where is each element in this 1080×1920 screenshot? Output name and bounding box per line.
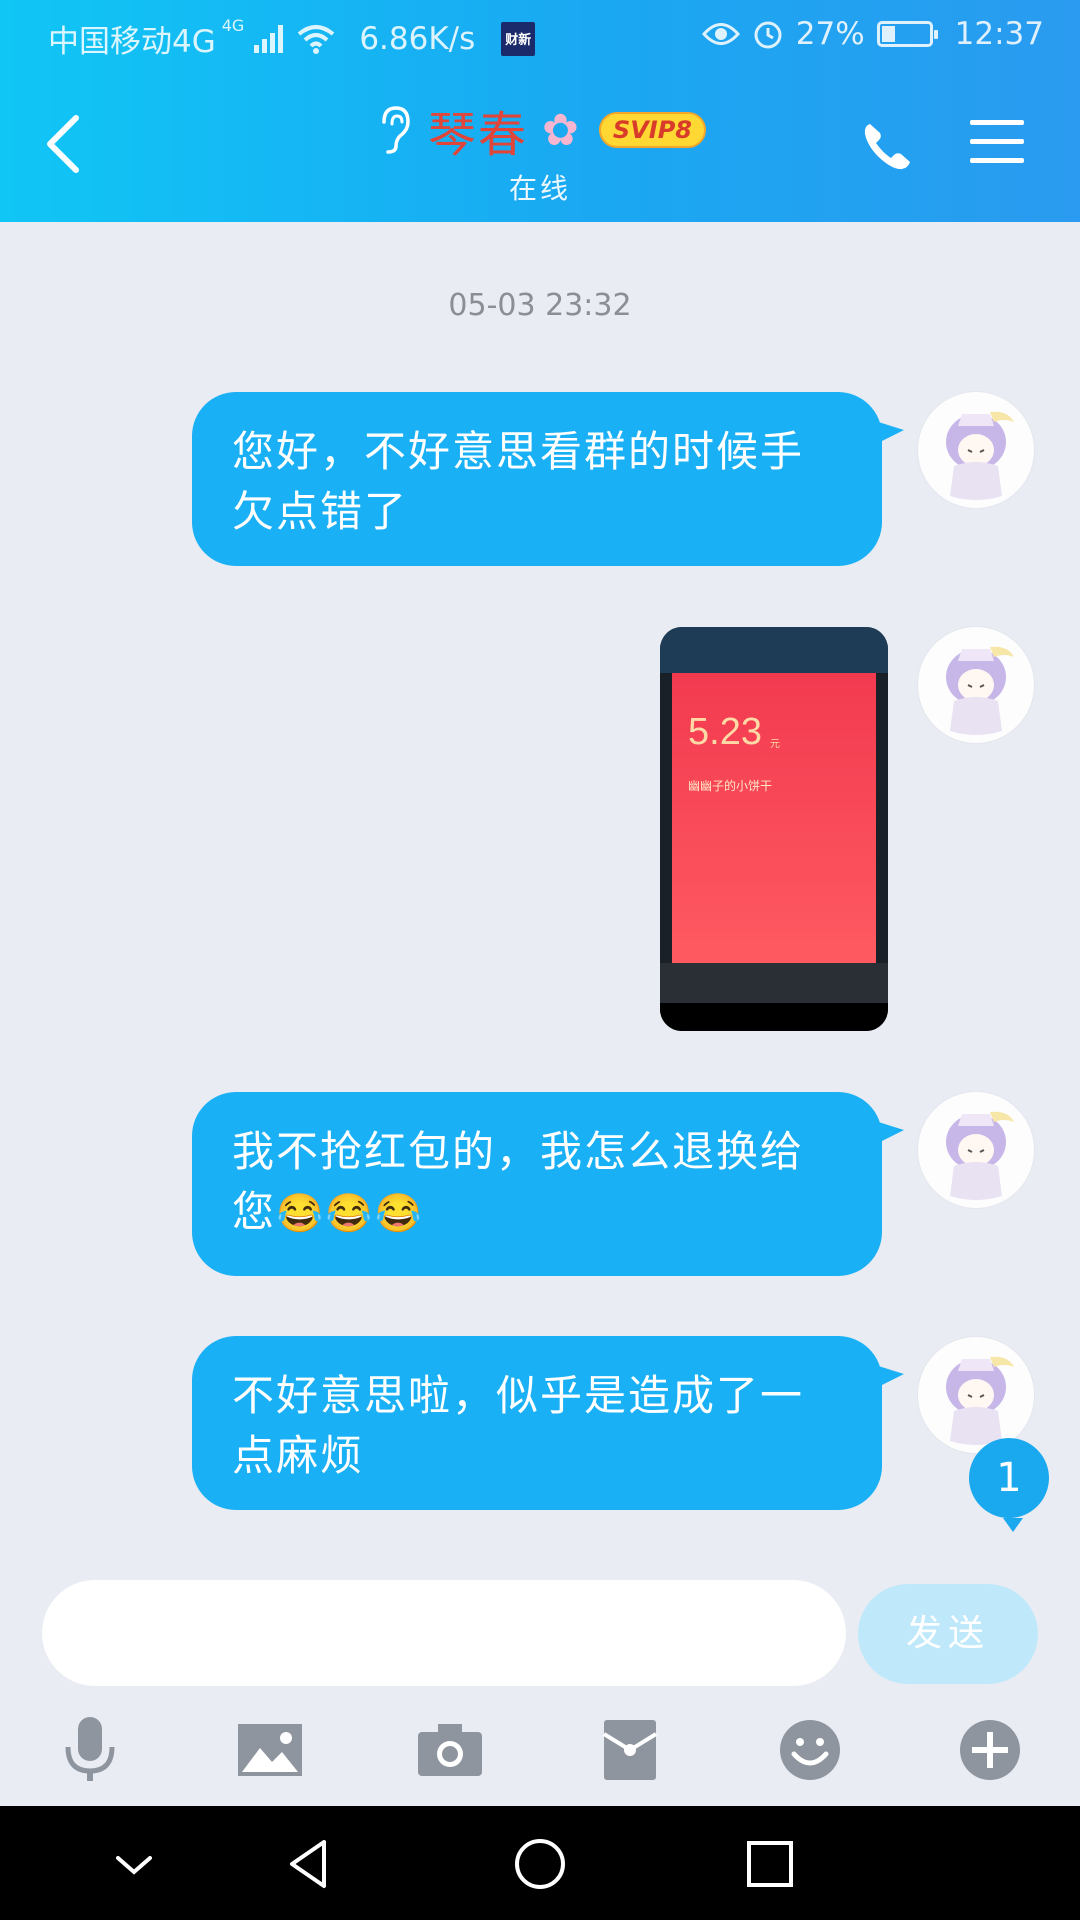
presence-status: 在线	[508, 172, 571, 205]
sakura-icon: ✿	[542, 104, 579, 156]
phone-icon[interactable]	[860, 118, 916, 174]
chevron-down-icon[interactable]	[104, 1834, 164, 1894]
battery-percent: 27%	[795, 16, 865, 52]
svip-badge[interactable]: SVIP8	[598, 112, 706, 148]
network-speed: 6.86K/s	[359, 20, 476, 57]
avatar[interactable]	[918, 1092, 1034, 1208]
anime-avatar-icon	[946, 411, 1014, 500]
avatar[interactable]	[918, 627, 1034, 743]
wifi-icon	[298, 24, 335, 54]
status-bar: 中国移动4G 4G 6.86K/s 财新 27% 12:37	[0, 0, 1080, 72]
red-packet-note: 幽幽子的小饼干	[688, 779, 773, 793]
battery-icon	[876, 21, 938, 47]
input-toolbar	[0, 1710, 1080, 1806]
menu-button[interactable]	[970, 120, 1024, 168]
carrier-label: 中国移动4G	[48, 24, 216, 60]
red-packet-amount: 5.23	[688, 711, 762, 753]
message-bubble[interactable]: 不好意思啦，似乎是造成了一点麻烦	[192, 1336, 904, 1510]
anime-avatar-icon	[946, 1356, 1014, 1445]
avatar[interactable]	[918, 1337, 1034, 1453]
home-circle-icon[interactable]	[510, 1834, 570, 1894]
screenshot-image-message[interactable]: 5.23 元 幽幽子的小饼干	[660, 627, 888, 1031]
plus-icon[interactable]	[950, 1710, 1030, 1790]
ear-icon	[382, 106, 410, 154]
message-timestamp: 05-03 23:32	[448, 288, 632, 323]
image-icon[interactable]	[230, 1710, 310, 1790]
red-packet-unit: 元	[770, 739, 780, 750]
avatar[interactable]	[918, 392, 1034, 508]
recents-square-icon[interactable]	[740, 1834, 800, 1894]
emoji-icon[interactable]	[770, 1710, 850, 1790]
alarm-icon	[754, 21, 782, 49]
send-button[interactable]: 发送	[858, 1584, 1038, 1684]
clock: 12:37	[954, 16, 1044, 52]
message-text: 您好，不好意思看群的时候手欠点错了	[232, 427, 805, 536]
chat-title[interactable]: 琴春 ✿ SVIP8 在线	[0, 95, 1080, 207]
message-bubble[interactable]: 我不抢红包的，我怎么退换给您😂😂😂	[192, 1092, 904, 1276]
camera-icon[interactable]	[410, 1710, 490, 1790]
top-bar: 中国移动4G 4G 6.86K/s 财新 27% 12:37 琴春 ✿ SVIP…	[0, 0, 1080, 222]
unread-count-badge[interactable]: 1	[969, 1438, 1049, 1532]
back-triangle-icon[interactable]	[280, 1834, 340, 1894]
contact-name: 琴春	[428, 107, 529, 163]
system-nav-bar	[0, 1806, 1080, 1920]
anime-avatar-icon	[946, 1111, 1014, 1200]
caixin-app-icon: 财新	[501, 21, 536, 56]
network-type: 4G	[221, 16, 245, 35]
eye-icon	[701, 23, 740, 45]
message-bubble[interactable]: 您好，不好意思看群的时候手欠点错了	[192, 392, 904, 566]
mic-icon[interactable]	[50, 1710, 130, 1790]
message-input[interactable]	[42, 1580, 846, 1686]
tears-of-joy-emoji: 😂😂😂	[276, 1191, 424, 1235]
message-text: 不好意思啦，似乎是造成了一点麻烦	[232, 1371, 805, 1480]
signal-icon	[254, 24, 284, 53]
red-packet-icon[interactable]	[590, 1710, 670, 1790]
anime-avatar-icon	[946, 646, 1014, 735]
